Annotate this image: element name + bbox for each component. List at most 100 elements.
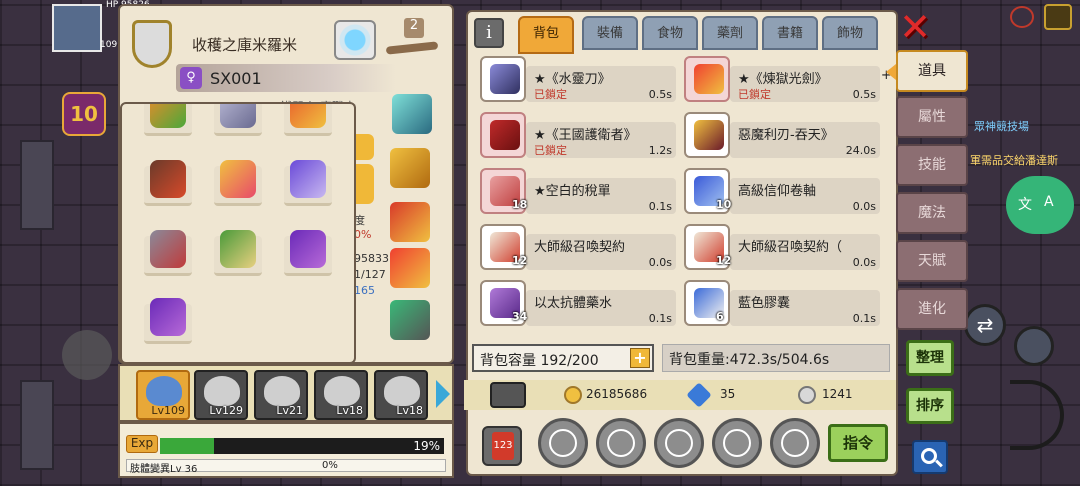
tidy-button[interactable]: 整理	[906, 340, 954, 376]
category-skills[interactable]: 技能	[896, 144, 968, 186]
hud-level-text: 109	[100, 40, 118, 50]
tab-backpack[interactable]: 背包	[518, 16, 574, 54]
item-weight: 0.0s	[852, 200, 876, 213]
info-button[interactable]: i	[474, 18, 504, 48]
purple-bracer-icon	[290, 160, 326, 198]
class-emblem-icon	[132, 20, 172, 68]
player-avatar[interactable]	[52, 4, 102, 52]
hanger-icon[interactable]: 2	[382, 16, 442, 62]
equip-slot[interactable]	[214, 160, 262, 206]
tab-books[interactable]: 書籍	[762, 16, 818, 50]
inventory-item[interactable]: 藍色膠囊 0.1s 6	[680, 280, 882, 328]
left-arrow-button[interactable]	[62, 330, 112, 380]
category-attributes[interactable]: 屬性	[896, 96, 968, 138]
inventory-item[interactable]: 高級信仰卷軸 0.0s 10	[680, 168, 882, 216]
equip-slot[interactable]	[214, 104, 262, 136]
tab-accessories[interactable]: 飾物	[822, 16, 878, 50]
equip-slot[interactable]	[144, 160, 192, 206]
weight-text: 背包重量:472.3s/504.6s	[669, 352, 830, 368]
equip-slot[interactable]	[144, 298, 192, 344]
pointer-icon	[886, 64, 896, 80]
translate-button[interactable]: 文 A	[1006, 176, 1074, 234]
expand-capacity-button[interactable]: +	[630, 348, 650, 368]
category-magic[interactable]: 魔法	[896, 192, 968, 234]
item-count: 10	[716, 198, 732, 211]
pumpkin-gear-icon	[150, 104, 186, 128]
upgrade-action-icon[interactable]	[596, 418, 646, 468]
party-member[interactable]: Lv129	[194, 370, 248, 420]
tab-potions[interactable]: 藥劑	[702, 16, 758, 50]
exp-label: Exp	[126, 435, 158, 453]
equip-slot[interactable]	[284, 104, 332, 136]
equip-slot[interactable]	[284, 230, 332, 276]
inventory-item[interactable]: 大師級召喚契約 0.0s 12	[476, 224, 678, 272]
equip-slot[interactable]	[144, 230, 192, 276]
sword-icon	[490, 64, 520, 94]
item-lock-status: 已鎖定	[738, 88, 771, 101]
portrait-icon	[146, 376, 182, 406]
red-sword-icon	[694, 64, 724, 94]
equip-slot[interactable]	[144, 104, 192, 136]
number-icon: 123	[492, 432, 514, 460]
swap-icon[interactable]: ⇄	[964, 304, 1006, 346]
demon-blade-icon	[694, 120, 724, 150]
item-weight: 0.5s	[852, 88, 876, 101]
party-level: Lv21	[276, 404, 303, 417]
silver-armor-icon	[220, 104, 256, 128]
category-label: 道具	[918, 63, 946, 79]
gem-armor-icon[interactable]	[392, 94, 432, 134]
capacity-text: 背包容量 192/200	[480, 353, 599, 369]
red-boots-icon[interactable]	[390, 248, 430, 288]
tab-equipment[interactable]: 裝備	[582, 16, 638, 50]
party-member[interactable]: Lv18	[374, 370, 428, 420]
inventory-item[interactable]: ★《煉獄光劍》已鎖定0.5s+3	[680, 56, 892, 104]
inventory-panel: i 背包 裝備 食物 藥劑 書籍 飾物 ★《水靈刀》 已鎖定 0.5s ★《煉獄光劍》…	[464, 10, 898, 476]
item-count: 18	[512, 198, 528, 211]
limb-mutation-percent: 0%	[322, 460, 338, 471]
item-icon-frame	[480, 112, 526, 158]
item-name: 惡魔利刃-吞天》	[738, 128, 834, 143]
item-weight: 0.0s	[852, 256, 876, 269]
search-button[interactable]	[912, 440, 948, 474]
inventory-item[interactable]: 大師級召喚契約（ 0.0s 12	[680, 224, 882, 272]
hourglass-action-icon[interactable]	[770, 418, 820, 468]
party-member[interactable]: Lv109	[136, 370, 190, 420]
inventory-item[interactable]: ★空白的稅單 0.1s 18	[476, 168, 678, 216]
command-button[interactable]: 指令	[828, 424, 888, 462]
category-talents[interactable]: 天賦	[896, 240, 968, 282]
category-evolution[interactable]: 進化	[896, 288, 968, 330]
equip-slot[interactable]	[214, 230, 262, 276]
crystal-icon[interactable]	[334, 20, 376, 60]
inventory-item[interactable]: 惡魔利刃-吞天》 24.0s	[680, 112, 882, 160]
equip-slot[interactable]	[284, 160, 332, 206]
party-member[interactable]: Lv18	[314, 370, 368, 420]
green-ring-icon[interactable]	[390, 300, 430, 340]
notice-text: 軍需品交給潘達斯	[970, 154, 1058, 167]
fullscreen-icon[interactable]	[1044, 4, 1072, 30]
tab-food[interactable]: 食物	[642, 16, 698, 50]
star-action-icon[interactable]	[654, 418, 704, 468]
close-icon[interactable]: ✕	[898, 8, 932, 46]
hourglass-icon[interactable]	[1014, 326, 1054, 366]
number-button[interactable]: 123	[482, 426, 522, 466]
inventory-item[interactable]: ★《王國護衛者》 已鎖定 1.2s	[476, 112, 678, 160]
left-wall-block	[20, 380, 54, 470]
sort-button[interactable]: 排序	[906, 388, 954, 424]
gender-icon: ♀	[180, 67, 202, 89]
swap-action-icon[interactable]	[712, 418, 762, 468]
inventory-item[interactable]: ★《水靈刀》 已鎖定 0.5s	[476, 56, 678, 104]
item-lock-status: 已鎖定	[534, 144, 567, 157]
diamond-icon	[686, 382, 712, 408]
gold-armor-icon[interactable]	[390, 148, 430, 188]
category-items[interactable]: 道具	[886, 50, 968, 92]
party-member[interactable]: Lv21	[254, 370, 308, 420]
red-helmet-icon[interactable]	[390, 202, 430, 242]
inventory-item[interactable]: 以太抗體藥水 0.1s 34	[476, 280, 678, 328]
portrait-icon	[204, 376, 240, 406]
download-icon[interactable]	[490, 382, 526, 408]
category-label: 屬性	[918, 109, 946, 125]
party-next-arrow-icon[interactable]	[436, 380, 450, 408]
exp-bar: 19%	[160, 438, 444, 454]
sword-action-icon[interactable]	[538, 418, 588, 468]
item-weight: 0.1s	[648, 312, 672, 325]
